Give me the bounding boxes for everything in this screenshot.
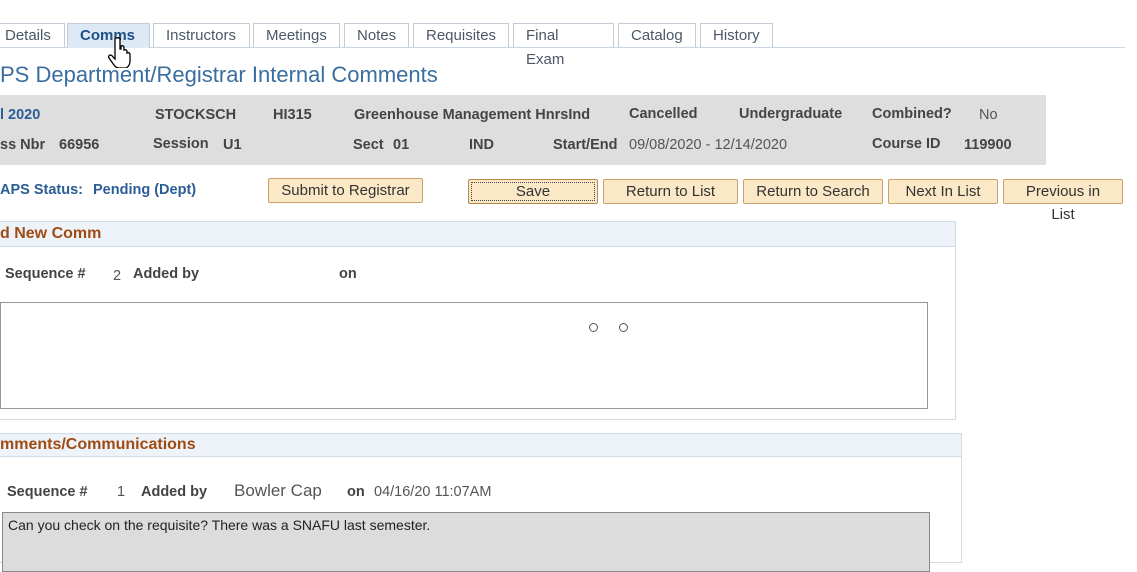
class-nbr-label: ss Nbr: [0, 137, 46, 153]
previous-in-list-button[interactable]: Previous in List: [1003, 179, 1123, 223]
sect-value: 01: [393, 137, 410, 153]
course-title-value: Greenhouse Management HnrsInd: [354, 107, 591, 123]
new-seq-label: Sequence #: [5, 266, 86, 282]
career-value: Undergraduate: [739, 106, 843, 122]
catalog-nbr-value: HI315: [273, 107, 312, 123]
return-to-list-button[interactable]: Return to List: [603, 179, 738, 204]
tab-details[interactable]: Details: [0, 23, 65, 47]
tab-notes[interactable]: Notes: [344, 23, 409, 47]
course-info-band: l 2020 STOCKSCH HI315 Greenhouse Managem…: [0, 95, 1046, 165]
course-id-value: 119900: [964, 137, 1012, 153]
tab-history[interactable]: History: [700, 23, 773, 47]
on-label: on: [347, 484, 365, 500]
page-title: PS Department/Registrar Internal Comment…: [0, 62, 438, 87]
circle-icon: [589, 323, 598, 332]
added-by-value: Bowler Cap: [234, 481, 322, 500]
seq-label: Sequence #: [7, 484, 88, 500]
on-value: 04/16/20 11:07AM: [374, 484, 492, 500]
start-end-label: Start/End: [553, 137, 618, 153]
component-value: IND: [469, 137, 494, 153]
aps-status-value: Pending (Dept): [93, 182, 197, 198]
new-comm-header: d New Comm: [0, 222, 955, 247]
course-id-label: Course ID: [872, 136, 941, 152]
tab-instructors[interactable]: Instructors: [153, 23, 250, 47]
sect-label: Sect: [353, 137, 384, 153]
tab-meetings[interactable]: Meetings: [253, 23, 340, 47]
new-seq-value: 2: [113, 268, 122, 284]
circle-icon: [619, 323, 628, 332]
combined-value: No: [979, 107, 998, 123]
next-in-list-button[interactable]: Next In List: [888, 179, 998, 204]
return-to-search-button[interactable]: Return to Search: [743, 179, 883, 204]
session-label: Session: [153, 136, 209, 152]
tab-catalog[interactable]: Catalog: [618, 23, 696, 47]
new-on-label: on: [339, 266, 357, 282]
new-comment-textarea[interactable]: [0, 302, 928, 409]
save-button[interactable]: Save: [468, 179, 598, 204]
class-nbr-value: 66956: [59, 137, 100, 153]
session-value: U1: [223, 137, 242, 153]
start-end-value: 09/08/2020 - 12/14/2020: [629, 137, 788, 153]
status-value: Cancelled: [629, 106, 698, 122]
combined-label: Combined?: [872, 106, 952, 122]
comment-text: Can you check on the requisite? There wa…: [2, 512, 930, 572]
tab-requisites[interactable]: Requisites: [413, 23, 509, 47]
comments-header: mments/Communications: [0, 434, 961, 457]
comments-group: mments/Communications Sequence # 1 Added…: [0, 433, 962, 572]
subject-value: STOCKSCH: [155, 107, 237, 123]
added-by-label: Added by: [141, 484, 208, 500]
new-comm-group: d New Comm Sequence # 2 Added by on: [0, 221, 956, 420]
new-added-by-label: Added by: [133, 266, 200, 282]
term-value: l 2020: [0, 107, 41, 123]
aps-status-label: APS Status:: [0, 182, 83, 198]
tab-final-exam[interactable]: Final Exam: [513, 23, 614, 68]
seq-value: 1: [117, 484, 126, 500]
submit-to-registrar-button[interactable]: Submit to Registrar: [268, 178, 423, 203]
